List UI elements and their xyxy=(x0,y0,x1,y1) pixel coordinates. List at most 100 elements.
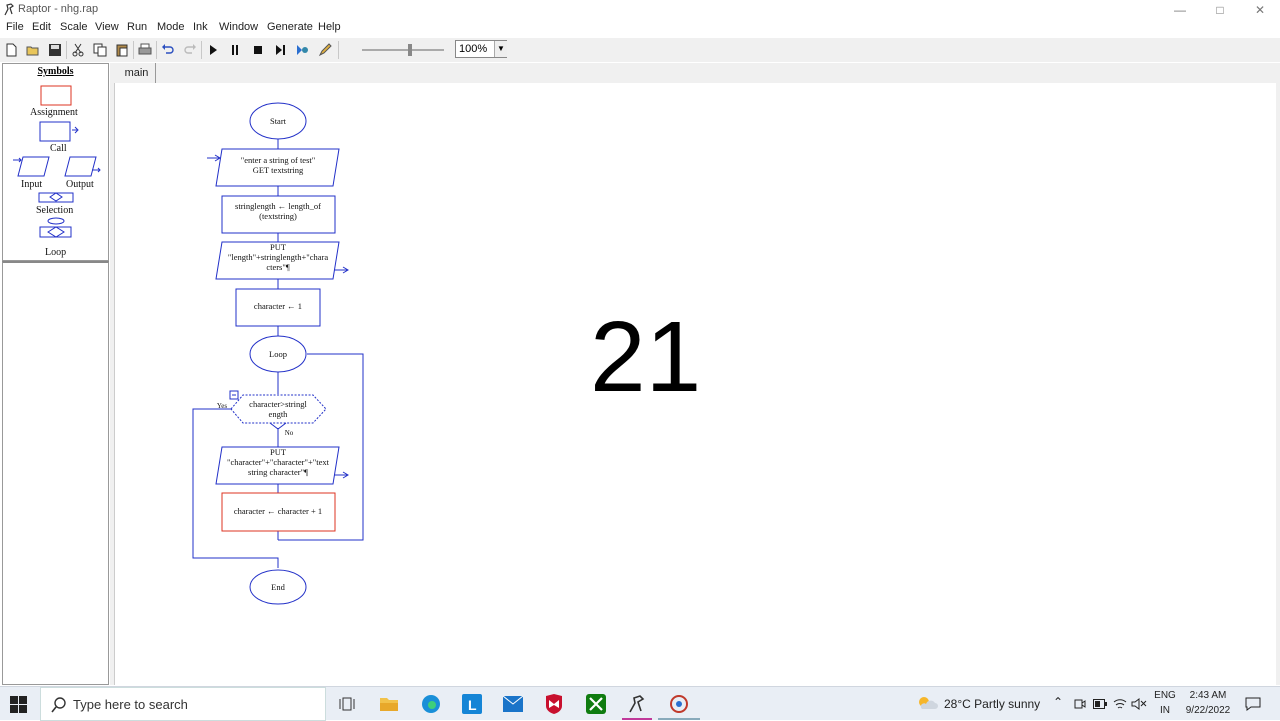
print-icon[interactable] xyxy=(135,40,155,60)
app-l-icon[interactable]: L xyxy=(459,692,485,716)
notifications-icon[interactable] xyxy=(1245,697,1261,711)
open-icon[interactable] xyxy=(23,40,43,60)
taskbar: Type here to search L 28°C Partly sunny … xyxy=(0,686,1280,721)
menu-ink[interactable]: Ink xyxy=(193,21,208,33)
no-label: No xyxy=(285,429,294,437)
paste-icon[interactable] xyxy=(112,40,132,60)
output1-label-line3: cters"¶ xyxy=(266,262,290,272)
battery-icon[interactable] xyxy=(1093,699,1107,709)
menu-run[interactable]: Run xyxy=(127,21,147,33)
symbol-label-call[interactable]: Call xyxy=(50,143,67,154)
meet-now-icon[interactable] xyxy=(1074,698,1086,710)
minimize-button[interactable]: — xyxy=(1160,0,1200,20)
input-label-line2: GET textstring xyxy=(253,165,304,175)
input-symbol-icon xyxy=(17,156,50,177)
right-scroll-area xyxy=(1276,63,1280,685)
search-icon xyxy=(51,697,66,713)
paint-app-icon[interactable] xyxy=(666,692,692,716)
assign2-label: character ← 1 xyxy=(254,301,302,311)
input-label-line1: "enter a string of test" xyxy=(241,155,315,165)
symbols-panel: Symbols Assignment Call Input Output Sel… xyxy=(2,63,109,261)
volume-muted-icon[interactable] xyxy=(1131,697,1147,711)
chevron-up-icon[interactable]: ⌃ xyxy=(1053,695,1063,709)
zoom-select[interactable]: 100% ▼ xyxy=(455,40,507,58)
menu-window[interactable]: Window xyxy=(219,21,258,33)
output1-label-line2: "length"+stringlength+"chara xyxy=(228,252,328,262)
weather-text[interactable]: 28°C Partly sunny xyxy=(944,697,1040,711)
clock-date[interactable]: 9/22/2022 xyxy=(1180,705,1236,716)
output1-label-line1: PUT xyxy=(270,242,287,252)
assign3-label: character ← character + 1 xyxy=(234,506,322,516)
search-placeholder: Type here to search xyxy=(73,697,188,712)
maximize-button[interactable]: □ xyxy=(1200,0,1240,20)
raptor-app-icon xyxy=(4,3,14,16)
toolbar: 100% ▼ xyxy=(0,38,1280,62)
close-button[interactable]: ✕ xyxy=(1240,0,1280,20)
stop-icon[interactable] xyxy=(248,40,268,60)
title-bar: Raptor - nhg.rap — □ ✕ xyxy=(0,0,1280,20)
variables-panel xyxy=(2,261,109,685)
menu-help[interactable]: Help xyxy=(318,21,341,33)
clock-time[interactable]: 2:43 AM xyxy=(1180,690,1236,701)
pen-icon[interactable] xyxy=(315,40,335,60)
end-label: End xyxy=(271,582,285,592)
menu-view[interactable]: View xyxy=(95,21,119,33)
test-server-icon[interactable] xyxy=(292,40,312,60)
edge-browser-icon[interactable] xyxy=(418,692,444,716)
menu-bar: File Edit Scale View Run Mode Ink Window… xyxy=(0,20,1280,38)
symbol-label-input[interactable]: Input xyxy=(21,179,42,190)
tab-strip: main xyxy=(114,63,1280,83)
overlay-number: 21 xyxy=(590,301,702,413)
save-icon[interactable] xyxy=(45,40,65,60)
selection-label-line1: character>stringl xyxy=(249,399,307,409)
symbol-label-assignment[interactable]: Assignment xyxy=(30,107,78,118)
output2-label-line2: "character"+"character"+"text xyxy=(227,457,330,467)
mail-icon[interactable] xyxy=(500,692,526,716)
menu-scale[interactable]: Scale xyxy=(60,21,88,33)
chevron-down-icon[interactable]: ▼ xyxy=(494,41,507,57)
symbol-label-loop[interactable]: Loop xyxy=(45,247,66,258)
lang-line2[interactable]: IN xyxy=(1152,705,1178,716)
zoom-slider[interactable] xyxy=(358,43,448,57)
start-label: Start xyxy=(270,116,287,126)
window-title: Raptor - nhg.rap xyxy=(18,3,99,15)
raptor-taskbar-icon[interactable] xyxy=(624,692,650,716)
menu-mode[interactable]: Mode xyxy=(157,21,185,33)
tab-main[interactable]: main xyxy=(118,63,156,83)
assign1-label-line1: stringlength ← length_of xyxy=(235,201,321,211)
assignment-symbol-icon xyxy=(40,85,72,106)
yes-label: Yes xyxy=(217,402,227,410)
call-symbol-icon xyxy=(39,121,71,142)
wifi-icon[interactable] xyxy=(1113,697,1127,711)
pause-icon[interactable] xyxy=(225,40,245,60)
cut-icon[interactable] xyxy=(68,40,88,60)
play-icon[interactable] xyxy=(203,40,223,60)
symbol-label-selection[interactable]: Selection xyxy=(36,205,73,216)
loop-label: Loop xyxy=(269,349,287,359)
xbox-icon[interactable] xyxy=(583,692,609,716)
new-icon[interactable] xyxy=(1,40,21,60)
menu-generate[interactable]: Generate xyxy=(267,21,313,33)
assign1-label-line2: (textstring) xyxy=(259,211,297,221)
output-symbol-icon xyxy=(64,156,97,177)
svg-text:L: L xyxy=(468,697,477,713)
menu-file[interactable]: File xyxy=(6,21,24,33)
output2-label-line3: string character"¶ xyxy=(248,467,308,477)
symbol-label-output[interactable]: Output xyxy=(66,179,94,190)
file-explorer-icon[interactable] xyxy=(376,692,402,716)
redo-icon[interactable] xyxy=(180,40,200,60)
zoom-value: 100% xyxy=(459,43,488,55)
lang-line1[interactable]: ENG xyxy=(1152,690,1178,701)
windows-start-icon[interactable] xyxy=(10,696,27,718)
selection-label-line2: ength xyxy=(269,409,289,419)
task-view-icon[interactable] xyxy=(334,692,360,716)
step-icon[interactable] xyxy=(270,40,290,60)
menu-edit[interactable]: Edit xyxy=(32,21,51,33)
output2-label-line1: PUT xyxy=(270,447,287,457)
mcafee-icon[interactable] xyxy=(541,692,567,716)
partly-sunny-icon xyxy=(919,697,938,709)
copy-icon[interactable] xyxy=(90,40,110,60)
undo-icon[interactable] xyxy=(158,40,178,60)
loop-symbol-icon xyxy=(47,217,65,225)
taskbar-search[interactable]: Type here to search xyxy=(40,687,326,721)
